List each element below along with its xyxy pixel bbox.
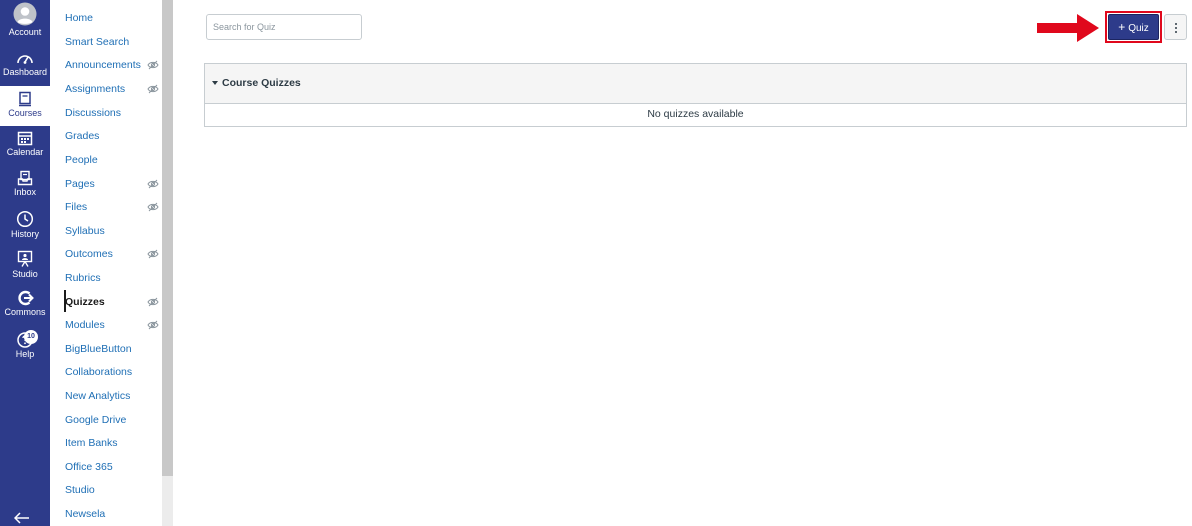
course-nav-item-newsela[interactable]: Newsela [65, 504, 165, 524]
add-quiz-button[interactable]: + Quiz [1108, 14, 1159, 40]
history-icon [16, 210, 34, 228]
course-nav-item-item-banks[interactable]: Item Banks [65, 433, 165, 453]
course-nav-item-syllabus[interactable]: Syllabus [65, 221, 165, 241]
hidden-eye-icon [147, 249, 159, 259]
course-quizzes-panel: Course Quizzes No quizzes available [204, 63, 1187, 127]
course-nav-item-bigbluebutton[interactable]: BigBlueButton [65, 339, 165, 359]
plus-icon: + [1118, 20, 1126, 34]
course-nav-item-rubrics[interactable]: Rubrics [65, 268, 165, 288]
inbox-icon [17, 170, 33, 186]
gnav-item-history[interactable]: History [0, 210, 50, 250]
course-nav-item-discussions[interactable]: Discussions [65, 103, 165, 123]
gnav-label-commons: Commons [4, 307, 46, 317]
course-nav-item-people[interactable]: People [65, 150, 165, 170]
gnav-label-account: Account [8, 27, 42, 37]
course-nav-item-office-365[interactable]: Office 365 [65, 457, 165, 477]
collapse-caret-icon[interactable] [212, 81, 218, 85]
gnav-item-courses[interactable]: Courses [0, 86, 50, 126]
gnav-label-history: History [10, 229, 39, 239]
gnav-item-help[interactable]: 10 Help [0, 330, 50, 370]
help-notification-badge: 10 [24, 330, 38, 344]
gnav-label-calendar: Calendar [6, 147, 44, 157]
more-options-button[interactable] [1164, 14, 1187, 40]
courses-icon [19, 91, 31, 107]
course-nav-item-collaborations[interactable]: Collaborations [65, 362, 165, 382]
dashboard-icon [17, 55, 33, 64]
gnav-item-calendar[interactable]: Calendar [0, 130, 50, 170]
gnav-item-account[interactable]: Account [0, 2, 50, 42]
gnav-item-commons[interactable]: Commons [0, 290, 50, 330]
gnav-label-studio: Studio [12, 269, 38, 279]
red-arrow-annotation-icon [1037, 14, 1099, 42]
hidden-eye-icon [147, 84, 159, 94]
course-nav-scrollbar[interactable] [162, 0, 173, 476]
course-nav-item-grades[interactable]: Grades [65, 126, 165, 146]
commons-icon [18, 290, 34, 306]
calendar-icon [17, 131, 33, 146]
course-nav-item-google-drive[interactable]: Google Drive [65, 410, 165, 430]
add-quiz-label: Quiz [1128, 23, 1149, 34]
app-root: Account Dashboard Courses Calendar Inbox… [0, 0, 1192, 526]
course-quizzes-title: Course Quizzes [222, 77, 301, 89]
gnav-item-studio[interactable]: Studio [0, 250, 50, 290]
collapse-nav-icon[interactable] [13, 512, 30, 526]
gnav-label-dashboard: Dashboard [2, 67, 48, 77]
course-nav-item-smart-search[interactable]: Smart Search [65, 32, 165, 52]
hidden-eye-icon [147, 202, 159, 212]
gnav-label-help: Help [15, 349, 35, 359]
hidden-eye-icon [147, 297, 159, 307]
gnav-item-dashboard[interactable]: Dashboard [0, 50, 50, 90]
course-quizzes-header[interactable]: Course Quizzes [205, 64, 1186, 104]
hidden-eye-icon [147, 179, 159, 189]
gnav-item-inbox[interactable]: Inbox [0, 170, 50, 210]
hidden-eye-icon [147, 320, 159, 330]
account-icon [13, 2, 37, 26]
search-quiz-input[interactable] [206, 14, 362, 40]
gnav-label-inbox: Inbox [13, 187, 37, 197]
gnav-label-courses: Courses [8, 108, 42, 118]
course-nav-item-studio[interactable]: Studio [65, 480, 165, 500]
kebab-menu-icon [1175, 23, 1177, 25]
course-nav: Home Smart Search Announcements Assignments… [50, 0, 162, 526]
studio-icon [17, 250, 33, 267]
course-nav-item-new-analytics[interactable]: New Analytics [65, 386, 165, 406]
global-nav: Account Dashboard Courses Calendar Inbox… [0, 0, 50, 526]
course-nav-scroll-track [162, 476, 173, 526]
course-nav-item-home[interactable]: Home [65, 8, 165, 28]
hidden-eye-icon [147, 60, 159, 70]
empty-quizzes-message: No quizzes available [647, 108, 744, 120]
